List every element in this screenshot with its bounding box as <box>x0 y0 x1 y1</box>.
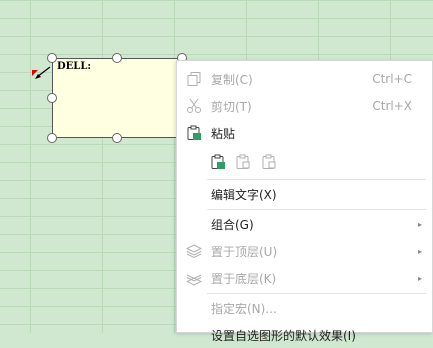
comment-arrow-icon <box>35 66 51 79</box>
resize-handle-top[interactable] <box>112 53 122 63</box>
menu-separator <box>207 209 426 210</box>
cut-label: 剪切(T) <box>211 99 252 114</box>
comment-box[interactable]: DELL: <box>52 58 182 138</box>
cut-shortcut: Ctrl+X <box>372 99 412 113</box>
resize-handle-bottom-left[interactable] <box>47 133 57 143</box>
menu-item-cut[interactable]: 剪切(T) Ctrl+X <box>177 93 432 119</box>
set-default-effect-label: 设置自选图形的默认效果(I) <box>211 328 356 343</box>
send-to-back-icon <box>186 274 202 286</box>
submenu-arrow-icon: ▸ <box>417 219 422 229</box>
paste-keep-format-icon[interactable] <box>210 154 226 170</box>
comment-text: DELL: <box>57 61 92 72</box>
menu-item-assign-macro[interactable]: 指定宏(N)... <box>177 295 432 321</box>
paste-label: 粘贴 <box>211 126 236 141</box>
bring-to-front-label: 置于顶层(U) <box>211 244 278 259</box>
copy-icon <box>187 72 201 86</box>
send-to-back-label: 置于底层(K) <box>211 271 277 286</box>
copy-shortcut: Ctrl+C <box>372 72 412 86</box>
menu-item-paste[interactable]: 粘贴 <box>177 120 432 146</box>
assign-macro-label: 指定宏(N)... <box>211 301 277 316</box>
menu-item-set-default-effect[interactable]: 设置自选图形的默认效果(I) <box>177 322 432 348</box>
paste-text-icon[interactable] <box>261 154 277 170</box>
paste-values-icon[interactable] <box>235 154 251 170</box>
menu-item-bring-to-front[interactable]: 置于顶层(U) ▸ <box>177 238 432 264</box>
group-label: 组合(G) <box>211 217 254 232</box>
menu-item-edit-text[interactable]: 编辑文字(X) <box>177 181 432 207</box>
menu-separator <box>207 293 426 294</box>
resize-handle-left[interactable] <box>47 93 57 103</box>
bring-to-front-icon <box>186 244 202 259</box>
paste-icon <box>187 125 201 140</box>
context-menu: 复制(C) Ctrl+C 剪切(T) Ctrl+X 粘贴 编辑文字(X) 组合(… <box>176 60 433 343</box>
menu-item-group[interactable]: 组合(G) ▸ <box>177 211 432 237</box>
menu-separator <box>207 179 426 180</box>
scissors-icon <box>187 98 201 113</box>
submenu-arrow-icon: ▸ <box>417 246 422 256</box>
menu-item-copy[interactable]: 复制(C) Ctrl+C <box>177 66 432 92</box>
submenu-arrow-icon: ▸ <box>417 273 422 283</box>
resize-handle-bottom[interactable] <box>112 133 122 143</box>
edit-text-label: 编辑文字(X) <box>211 187 277 202</box>
resize-handle-top-left[interactable] <box>47 53 57 63</box>
menu-item-send-to-back[interactable]: 置于底层(K) ▸ <box>177 265 432 291</box>
copy-label: 复制(C) <box>211 72 253 87</box>
